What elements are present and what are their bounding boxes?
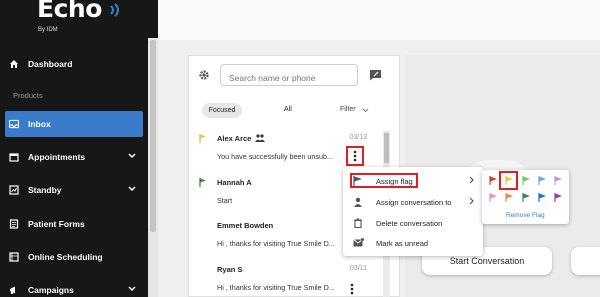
- conversation-preview: Start: [217, 196, 233, 205]
- sidebar-item-label: Campaigns: [28, 285, 74, 295]
- flag-purple-icon[interactable]: [554, 193, 563, 202]
- flag-dark-green-icon[interactable]: [522, 193, 531, 202]
- flag-light-blue-icon[interactable]: [538, 176, 547, 185]
- menu-item-delete-conversation[interactable]: Delete conversation: [343, 213, 483, 233]
- chevron-down-icon: [128, 153, 136, 159]
- sidebar-item-label: Inbox: [28, 119, 51, 129]
- filter-dropdown[interactable]: Filter: [340, 106, 356, 113]
- remove-flag-link[interactable]: Remove Flag: [506, 212, 545, 219]
- top-bar: [158, 0, 600, 40]
- menu-item-assign-conversation[interactable]: Assign conversation to: [343, 192, 483, 212]
- sidebar-item-inbox[interactable]: Inbox: [5, 111, 143, 137]
- signal-waves-icon: [110, 3, 119, 17]
- brand-name: Echo: [37, 0, 102, 23]
- menu-item-mark-unread[interactable]: Mark as unread: [343, 233, 483, 253]
- sidebar-item-online-scheduling[interactable]: Online Scheduling: [0, 244, 148, 270]
- gear-icon[interactable]: [198, 69, 210, 81]
- kebab-menu-icon[interactable]: [350, 283, 354, 295]
- flag-pink-icon[interactable]: [489, 193, 498, 202]
- tab-all[interactable]: All: [284, 106, 292, 113]
- sidebar-section-label: Products: [13, 91, 43, 100]
- sidebar-item-label: Appointments: [28, 152, 86, 162]
- conversation-name: Emmet Bowden: [217, 221, 274, 230]
- menu-item-label: Assign conversation to: [376, 198, 452, 207]
- conversation-name: Hannah A: [217, 178, 252, 187]
- sidebar-scrollbar-thumb[interactable]: [150, 40, 156, 232]
- brand-sub: By IDM: [38, 27, 58, 33]
- group-icon: [255, 134, 265, 142]
- trash-icon: [354, 218, 362, 228]
- search-input[interactable]: [220, 64, 358, 86]
- chevron-down-icon[interactable]: [362, 108, 369, 113]
- calendar-icon: [9, 152, 19, 162]
- mail-icon: [353, 238, 364, 247]
- flag-orange-icon[interactable]: [505, 193, 514, 202]
- secondary-button[interactable]: [571, 247, 600, 275]
- conversation-preview: Hi , thanks for visiting True Smile D...: [217, 283, 335, 292]
- chevron-down-icon: [128, 186, 136, 192]
- menu-item-label: Delete conversation: [376, 219, 443, 228]
- sidebar-item-label: Dashboard: [28, 59, 73, 69]
- sidebar-item-label: Online Scheduling: [28, 252, 103, 262]
- scheduling-icon: [9, 252, 19, 262]
- sidebar-item-patient-forms[interactable]: Patient Forms: [0, 211, 148, 237]
- kebab-menu-icon: [353, 150, 357, 162]
- conversation-preview: You have successfully been unsub...: [217, 152, 334, 161]
- chevron-right-icon: [469, 197, 474, 205]
- sidebar-item-label: Standby: [28, 185, 62, 195]
- campaigns-icon: [9, 285, 19, 295]
- conversation-date: 03/13: [349, 134, 367, 141]
- chevron-right-icon: [469, 176, 474, 184]
- assign-flag-highlight: [350, 173, 418, 188]
- conversation-date: 03/11: [350, 265, 367, 272]
- flag-blue-icon[interactable]: [538, 193, 547, 202]
- person-icon: [354, 197, 362, 207]
- conversation-name: Alex Arce: [217, 134, 252, 143]
- chevron-down-icon: [128, 286, 136, 292]
- conversation-preview: Hi , thanks for visiting True Smile D...: [217, 239, 335, 248]
- conversation-list-scrollbar-thumb[interactable]: [384, 133, 389, 163]
- flag-yellow-icon: [199, 134, 206, 143]
- sidebar-item-campaigns[interactable]: Campaigns: [0, 277, 148, 297]
- sidebar-item-standby[interactable]: Standby: [0, 177, 148, 203]
- inbox-icon: [9, 119, 19, 129]
- sidebar: Echo By IDM Dashboard Products Inbox App…: [0, 0, 158, 297]
- conversation-name: Ryan S: [217, 265, 243, 274]
- flag-lavender-icon[interactable]: [554, 176, 563, 185]
- standby-icon: [9, 185, 19, 195]
- flag-green-icon: [199, 178, 206, 187]
- yellow-flag-highlight: [499, 171, 518, 190]
- flag-light-green-icon[interactable]: [522, 176, 531, 185]
- tab-focused[interactable]: Focused: [202, 103, 242, 118]
- home-icon: [9, 59, 19, 69]
- forms-icon: [9, 219, 19, 229]
- sidebar-item-dashboard[interactable]: Dashboard: [0, 51, 148, 77]
- compose-icon[interactable]: [369, 69, 382, 81]
- sidebar-item-label: Patient Forms: [28, 219, 85, 229]
- flag-red-icon[interactable]: [489, 176, 498, 185]
- sidebar-item-appointments[interactable]: Appointments: [0, 144, 148, 170]
- more-options-button[interactable]: [346, 146, 364, 166]
- menu-item-label: Mark as unread: [376, 239, 429, 248]
